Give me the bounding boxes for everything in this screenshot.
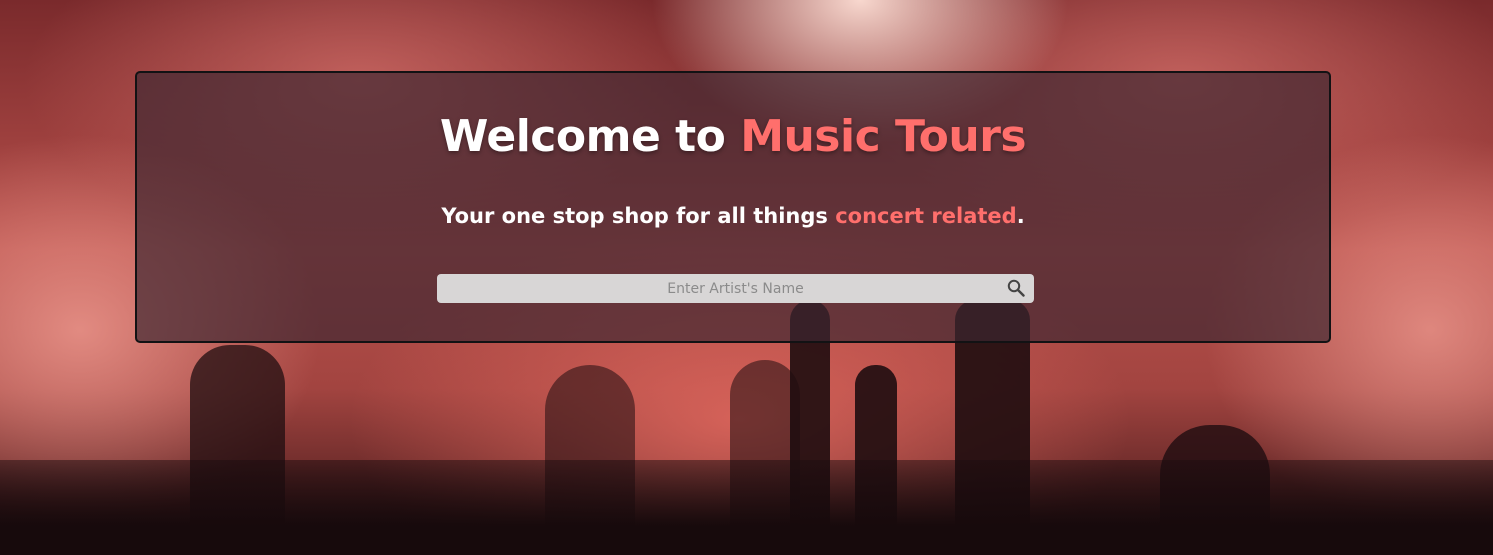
subtitle-suffix: . bbox=[1016, 204, 1025, 228]
artist-search-bar bbox=[437, 274, 1034, 303]
title-prefix: Welcome to bbox=[439, 111, 741, 162]
search-icon[interactable] bbox=[1007, 279, 1025, 297]
page-title: Welcome to Music Tours bbox=[137, 111, 1329, 162]
subtitle-accent: concert related bbox=[835, 204, 1017, 228]
crowd-silhouette bbox=[0, 460, 1493, 555]
subtitle-prefix: Your one stop shop for all things bbox=[441, 204, 836, 228]
hero-panel: Welcome to Music Tours Your one stop sho… bbox=[135, 71, 1331, 343]
artist-search-input[interactable] bbox=[437, 274, 1034, 303]
page-subtitle: Your one stop shop for all things concer… bbox=[137, 204, 1329, 228]
title-brand-name: Music Tours bbox=[740, 111, 1027, 162]
